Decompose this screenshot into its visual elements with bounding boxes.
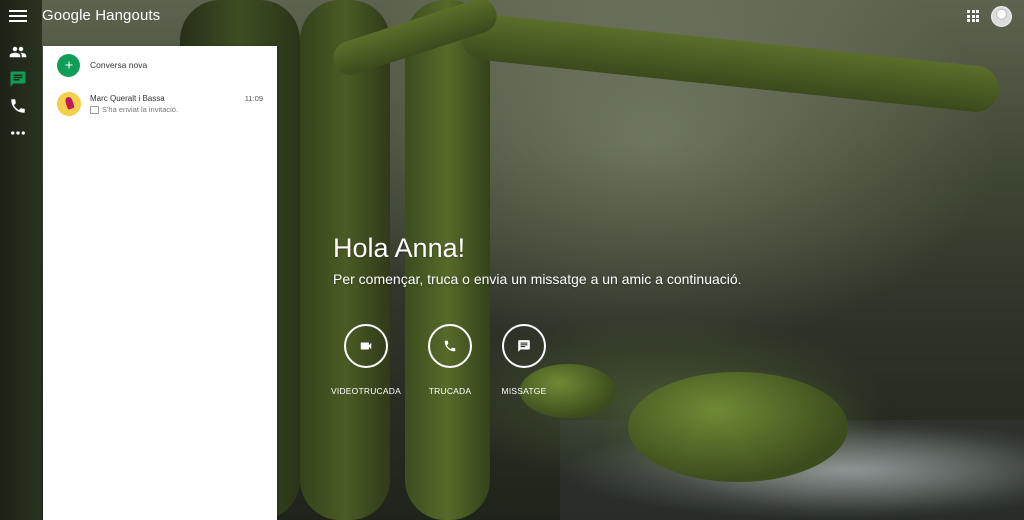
video-call-label: VIDEOTRUCADA [331, 386, 401, 396]
conversation-time: 11:09 [244, 94, 263, 103]
video-call-button[interactable]: VIDEOTRUCADA [326, 324, 406, 396]
greeting-title: Hola Anna! [333, 233, 466, 263]
conversation-name: Marc Queralt i Bassa [90, 94, 165, 103]
bg-branch [459, 11, 1001, 115]
phone-call-button[interactable]: TRUCADA [410, 324, 490, 396]
conversation-preview: S'ha enviat la invitació. [90, 105, 178, 114]
phone-icon [428, 324, 472, 368]
greeting-subtitle: Per començar, truca o envia un missatge … [333, 271, 742, 287]
phone-call-label: TRUCADA [428, 386, 472, 396]
apps-grid-icon[interactable] [967, 10, 979, 22]
videocam-icon [344, 324, 388, 368]
main-menu-button[interactable] [9, 8, 27, 24]
bg-rock [628, 372, 848, 482]
new-conversation-button[interactable]: Conversa nova [57, 53, 147, 77]
mail-icon [90, 105, 99, 114]
message-label: MISSATGE [501, 386, 547, 396]
add-icon [57, 53, 80, 77]
account-avatar[interactable] [991, 6, 1012, 27]
chat-icon [502, 324, 546, 368]
avatar [57, 92, 81, 116]
conversation-panel: Conversa nova Marc Queralt i Bassa 11:09… [43, 46, 277, 520]
app-logo: Google Hangouts [42, 7, 161, 24]
contacts-icon[interactable] [9, 43, 27, 61]
phone-icon[interactable] [9, 97, 27, 115]
message-button[interactable]: MISSATGE [484, 324, 564, 396]
more-icon[interactable] [9, 124, 27, 142]
messages-icon[interactable] [9, 70, 27, 88]
new-conversation-label: Conversa nova [90, 60, 148, 70]
conversation-preview-text: S'ha enviat la invitació. [102, 105, 179, 114]
conversation-list-item[interactable]: Marc Queralt i Bassa 11:09 S'ha enviat l… [43, 90, 277, 120]
